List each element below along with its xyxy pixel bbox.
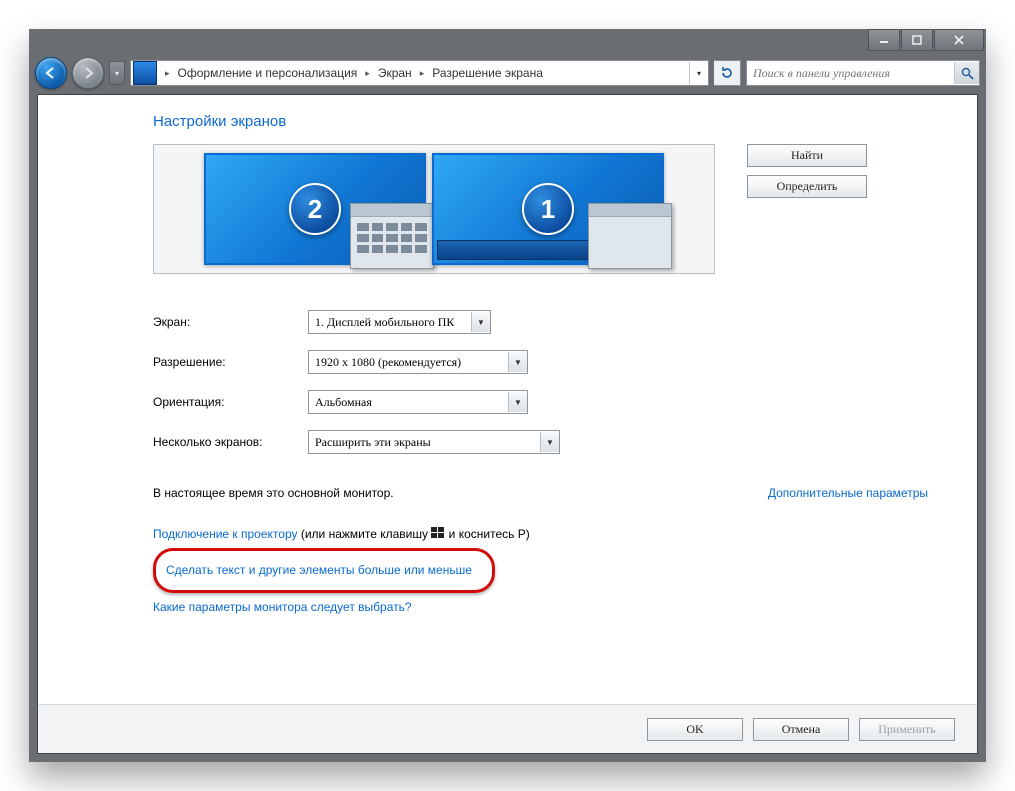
breadcrumb-item[interactable]: Оформление и персонализация [174, 61, 362, 85]
arrow-left-icon [44, 66, 58, 80]
chevron-down-icon: ▼ [508, 352, 527, 372]
monitor-number: 2 [289, 183, 341, 235]
breadcrumb-item[interactable]: Разрешение экрана [428, 61, 547, 85]
back-button[interactable] [35, 57, 67, 89]
select-value: 1920 x 1080 (рекомендуется) [315, 355, 461, 370]
advanced-settings-link[interactable]: Дополнительные параметры [768, 486, 928, 500]
taskbar-icon [437, 240, 602, 260]
arrow-right-icon [81, 66, 95, 80]
identify-button[interactable]: Определить [747, 175, 867, 198]
client-area: Настройки экранов 2 1 [37, 94, 978, 754]
control-panel-icon [133, 61, 157, 85]
display-preview[interactable]: 2 1 [153, 144, 715, 274]
close-button[interactable] [934, 29, 984, 51]
monitor-number: 1 [522, 183, 574, 235]
projector-line: Подключение к проектору (или нажмите кла… [153, 520, 931, 548]
overlay-window-icon [588, 203, 672, 269]
highlight-circle: Сделать текст и другие элементы больше и… [153, 548, 495, 593]
chevron-down-icon: ▼ [508, 392, 527, 412]
refresh-icon [720, 66, 734, 80]
select-value: 1. Дисплей мобильного ПК [315, 315, 454, 330]
chevron-right-icon: ▸ [161, 68, 174, 79]
forward-button[interactable] [72, 57, 104, 89]
ok-button[interactable]: OK [647, 718, 743, 741]
label-multi: Несколько экранов: [153, 435, 308, 449]
windows-key-icon [431, 527, 445, 539]
resolution-select[interactable]: 1920 x 1080 (рекомендуется) ▼ [308, 350, 528, 374]
apply-button[interactable]: Применить [859, 718, 955, 741]
maximize-button[interactable] [901, 29, 933, 51]
text-size-link[interactable]: Сделать текст и другие элементы больше и… [166, 563, 472, 577]
refresh-button[interactable] [714, 60, 741, 86]
overlay-window-icon [350, 203, 434, 269]
search-box[interactable] [746, 60, 980, 86]
monitor-1[interactable]: 1 [432, 153, 664, 265]
main-monitor-note: В настоящее время это основной монитор. [153, 486, 394, 500]
chevron-right-icon: ▸ [361, 68, 374, 79]
cancel-button[interactable]: Отмена [753, 718, 849, 741]
window: ▾ ▸ Оформление и персонализация ▸ Экран … [29, 29, 986, 762]
chevron-down-icon: ▼ [471, 312, 490, 332]
projector-link[interactable]: Подключение к проектору [153, 527, 298, 541]
which-settings-link[interactable]: Какие параметры монитора следует выбрать… [153, 600, 412, 614]
multi-display-select[interactable]: Расширить эти экраны ▼ [308, 430, 560, 454]
toolbar: ▾ ▸ Оформление и персонализация ▸ Экран … [29, 56, 986, 90]
select-value: Расширить эти экраны [315, 435, 431, 450]
chevron-right-icon: ▸ [416, 68, 429, 79]
monitor-2[interactable]: 2 [204, 153, 426, 265]
minimize-button[interactable] [868, 29, 900, 51]
action-bar: OK Отмена Применить [38, 704, 977, 753]
breadcrumb-item[interactable]: Экран [374, 61, 416, 85]
titlebar [29, 29, 986, 56]
address-dropdown[interactable]: ▾ [689, 62, 708, 84]
label-display: Экран: [153, 315, 308, 329]
orientation-select[interactable]: Альбомная ▼ [308, 390, 528, 414]
history-dropdown[interactable]: ▾ [109, 61, 125, 85]
select-value: Альбомная [315, 395, 372, 410]
chevron-down-icon: ▼ [540, 432, 559, 452]
address-bar[interactable]: ▸ Оформление и персонализация ▸ Экран ▸ … [130, 60, 709, 86]
find-button[interactable]: Найти [747, 144, 867, 167]
display-select[interactable]: 1. Дисплей мобильного ПК ▼ [308, 310, 491, 334]
label-orientation: Ориентация: [153, 395, 308, 409]
search-icon[interactable] [954, 62, 979, 84]
page-title: Настройки экранов [153, 113, 931, 130]
label-resolution: Разрешение: [153, 355, 308, 369]
search-input[interactable] [747, 66, 954, 81]
